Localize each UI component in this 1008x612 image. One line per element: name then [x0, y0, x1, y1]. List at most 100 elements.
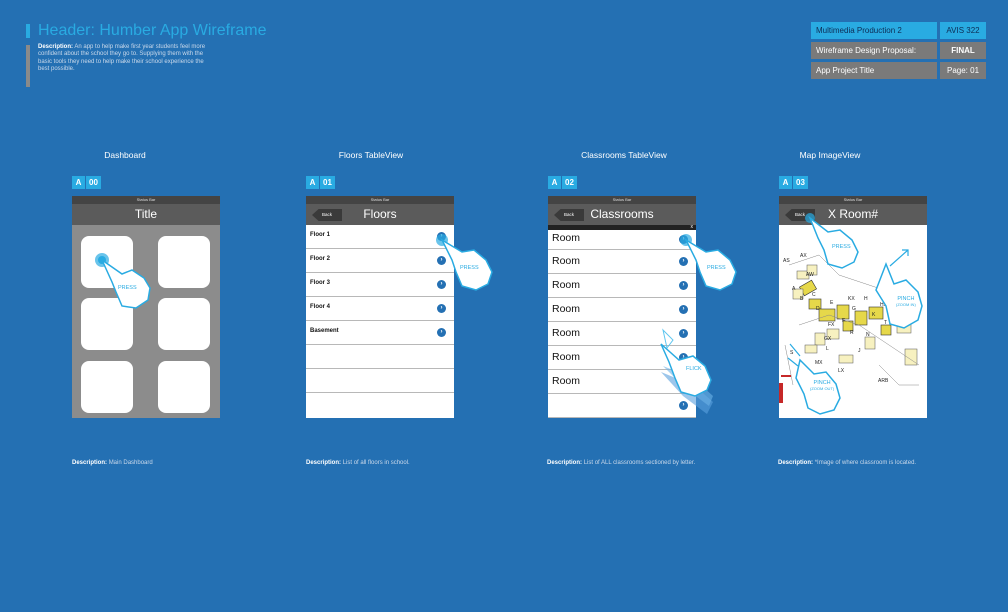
screen-description: Description: Main Dashboard: [72, 460, 232, 468]
pinch-zoom-in-label: PINCH (ZOOM IN): [896, 296, 916, 308]
row-label: Floor 2: [310, 256, 331, 262]
map-label: ARB: [878, 378, 889, 384]
back-button[interactable]: Back: [554, 209, 584, 221]
table-row[interactable]: Room›: [548, 230, 696, 250]
screen-label-floors: Floors TableView: [338, 150, 404, 160]
map-label: J: [858, 348, 861, 354]
map-label: R: [850, 330, 854, 336]
press-label: PRESS: [832, 244, 851, 250]
map-label: AS: [783, 258, 790, 264]
map-label: E: [830, 300, 834, 306]
screen-tag-a00: A 00: [72, 176, 101, 189]
press-gesture-hand-icon: [680, 234, 737, 291]
project-title-box: App Project Title: [811, 62, 937, 79]
page-number-box: Page: 01: [940, 62, 986, 79]
map-label: C: [812, 292, 816, 298]
tag-number: 01: [320, 176, 335, 189]
description-label: Description:: [306, 460, 342, 466]
row-label: Basement: [310, 328, 339, 334]
back-button[interactable]: Back: [312, 209, 342, 221]
status-box: FINAL: [940, 42, 986, 59]
description-label: Description:: [547, 460, 583, 466]
nav-title: Floors: [363, 207, 397, 221]
chevron-right-icon: ›: [437, 328, 446, 337]
dashboard-tile[interactable]: [158, 236, 210, 288]
table-row: [306, 393, 454, 417]
screen-description: Description: List of ALL classrooms sect…: [547, 460, 697, 468]
chevron-right-icon: ›: [437, 304, 446, 313]
screen-label-classrooms: Classrooms TableView: [581, 150, 667, 160]
status-bar: Status Bar: [72, 196, 220, 204]
map-label: AW: [806, 272, 814, 278]
map-label: A: [792, 286, 796, 292]
header-description: Description: An app to help make first y…: [38, 44, 210, 74]
dashboard-tile[interactable]: [158, 298, 210, 350]
screen-label-map: Map ImageView: [799, 150, 861, 160]
flick-label: FLICK: [686, 366, 702, 372]
screen-tag-a01: A 01: [306, 176, 335, 189]
screen-tag-a03: A 03: [779, 176, 808, 189]
table-row[interactable]: Room›: [548, 250, 696, 274]
press-gesture-hand-icon: [95, 253, 151, 309]
row-label: Room: [552, 375, 581, 387]
press-label: PRESS: [707, 265, 726, 271]
pinch-zoom-out-label: PINCH (ZOOM OUT): [810, 380, 834, 392]
map-label: B: [800, 296, 804, 302]
tag-letter: A: [306, 176, 319, 189]
row-label: Room: [552, 255, 581, 267]
dashboard-tile[interactable]: [81, 361, 133, 413]
nav-title: Title: [72, 204, 220, 225]
pinch-sub-label: (ZOOM OUT): [810, 386, 835, 391]
pinch-zoom-out-hand-icon: [787, 343, 841, 415]
description-text: List of ALL classrooms sectioned by lett…: [583, 460, 696, 466]
proposal-box: Wireframe Design Proposal:: [811, 42, 937, 59]
course-box: Multimedia Production 2: [811, 22, 937, 39]
press-gesture-hand-icon: [805, 213, 859, 269]
press-label: PRESS: [460, 265, 479, 271]
navbar: Back Floors: [306, 204, 454, 225]
row-label: Floor 3: [310, 280, 331, 286]
page-title: Header: Humber App Wireframe: [38, 22, 267, 39]
description-label: Description:: [38, 44, 74, 50]
row-label: Room: [552, 351, 581, 363]
table-row: [306, 345, 454, 369]
row-label: Room: [552, 279, 581, 291]
dashboard-tile[interactable]: [158, 361, 210, 413]
nav-title: Classrooms: [590, 207, 654, 221]
table-row[interactable]: Room›: [548, 274, 696, 298]
chevron-right-icon: ›: [679, 305, 688, 314]
map-label: KX: [848, 296, 855, 302]
tag-letter: A: [72, 176, 85, 189]
row-label: Floor 1: [310, 232, 331, 238]
status-bar: Status Bar: [548, 196, 696, 204]
description-label: Description:: [778, 460, 814, 466]
screen-label-dashboard: Dashboard: [104, 150, 146, 160]
row-label: Room: [552, 327, 581, 339]
description-label: Description:: [72, 460, 108, 466]
course-code-box: AVIS 322: [940, 22, 986, 39]
description-text: Main Dashboard: [108, 460, 153, 466]
tag-number: 02: [562, 176, 577, 189]
tag-letter: A: [779, 176, 792, 189]
table-row[interactable]: Room ›: [548, 298, 696, 322]
press-gesture-hand-icon: [436, 234, 493, 291]
pinch-sub-label: (ZOOM IN): [896, 302, 916, 307]
tag-number: 03: [793, 176, 808, 189]
description-accent-bar: [26, 45, 30, 87]
table-row: [306, 369, 454, 393]
status-bar: Status Bar: [779, 196, 927, 204]
screen-description: Description: *Image of where classroom i…: [778, 460, 958, 468]
map-label: F: [842, 318, 846, 324]
row-label: Room: [552, 303, 581, 315]
screen-description: Description: List of all floors in schoo…: [306, 460, 476, 468]
row-label: Floor 4: [310, 304, 331, 310]
row-label: Room: [552, 232, 581, 244]
tag-letter: A: [548, 176, 561, 189]
table-row[interactable]: Floor 4 ›: [306, 297, 454, 321]
table-row[interactable]: Basement ›: [306, 321, 454, 345]
map-label: D: [816, 306, 820, 312]
header-accent-bar: [26, 24, 30, 38]
navbar: Back Classrooms: [548, 204, 696, 225]
tag-number: 00: [86, 176, 101, 189]
screen-tag-a02: A 02: [548, 176, 577, 189]
